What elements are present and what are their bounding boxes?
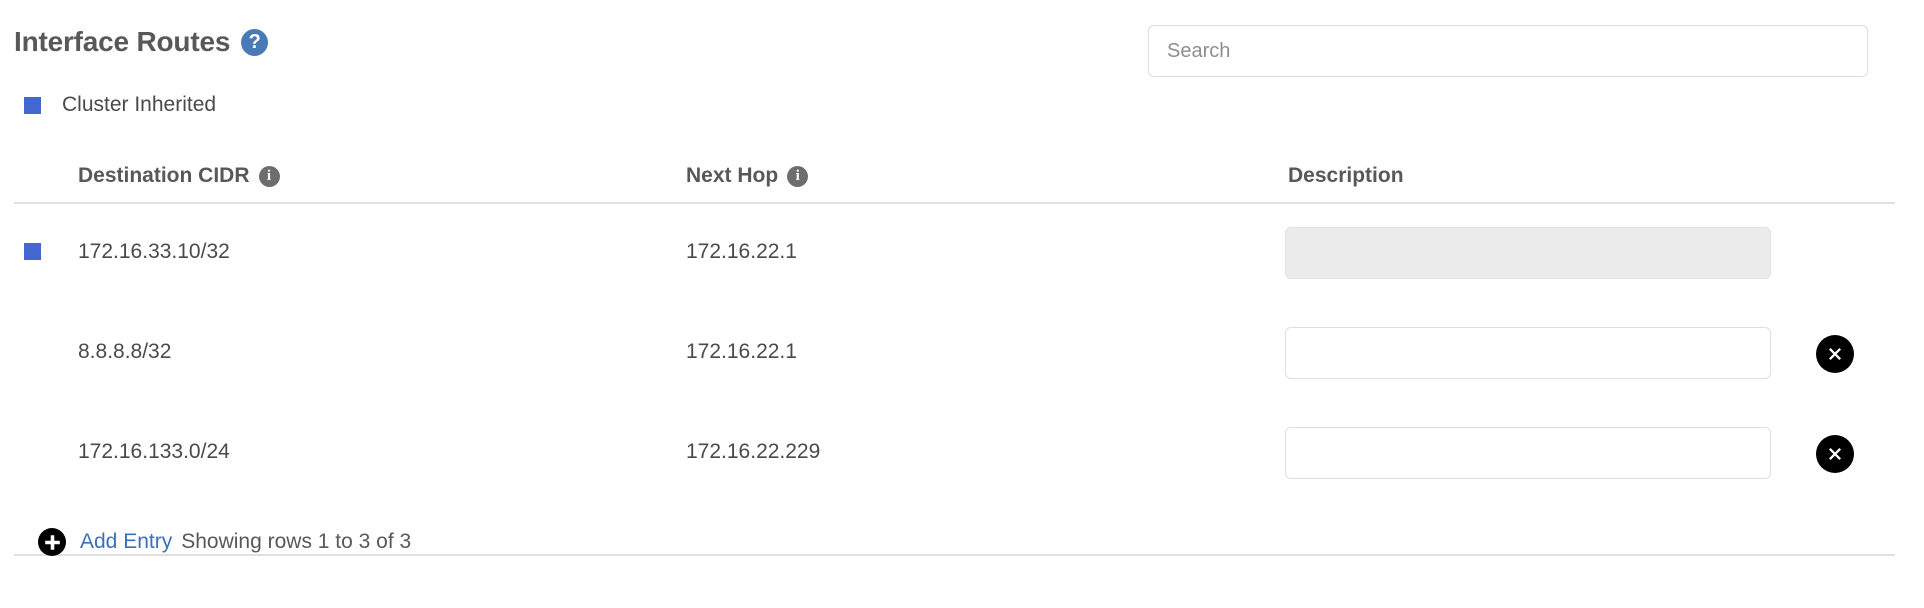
legend-label: Cluster Inherited — [62, 93, 217, 116]
cell-description — [1285, 327, 1771, 379]
column-header-label: Destination CIDR — [78, 164, 250, 187]
help-circle-icon[interactable]: ? — [241, 28, 269, 56]
cell-next-hop: 172.16.22.1 — [686, 240, 797, 263]
info-icon[interactable]: i — [787, 165, 809, 187]
close-x-icon — [1829, 448, 1841, 460]
column-header-label: Next Hop — [686, 164, 779, 187]
add-entry-link[interactable]: Add Entry — [80, 530, 172, 554]
plus-circle-icon[interactable] — [38, 528, 66, 556]
description-input[interactable] — [1285, 427, 1771, 479]
interface-routes-panel: Interface Routes ? Cluster Inherited Des… — [0, 0, 1924, 608]
table-row: 8.8.8.8/32 172.16.22.1 — [0, 302, 1924, 402]
cell-description — [1285, 227, 1771, 279]
panel-header: Interface Routes ? — [0, 0, 1924, 100]
routes-table: Destination CIDR i Next Hop i Descriptio… — [0, 150, 1924, 556]
table-body: 172.16.33.10/32 172.16.22.1 8.8.8.8/32 1… — [0, 202, 1924, 556]
cell-next-hop: 172.16.22.1 — [686, 340, 797, 363]
description-input[interactable] — [1285, 327, 1771, 379]
cell-next-hop: 172.16.22.229 — [686, 440, 821, 463]
cell-description — [1285, 427, 1771, 479]
cell-destination-cidr: 172.16.133.0/24 — [78, 440, 230, 463]
column-header-label: Description — [1288, 164, 1404, 187]
cell-destination-cidr: 8.8.8.8/32 — [78, 340, 172, 363]
legend-swatch-icon — [24, 96, 41, 114]
info-icon[interactable]: i — [258, 165, 280, 187]
column-header-next-hop: Next Hop i — [686, 164, 809, 188]
legend-cluster-inherited: Cluster Inherited — [24, 93, 216, 117]
search-box[interactable] — [1148, 25, 1868, 77]
delete-row-button[interactable] — [1816, 335, 1854, 373]
delete-row-button[interactable] — [1816, 435, 1854, 473]
table-row: 172.16.133.0/24 172.16.22.229 — [0, 402, 1924, 502]
column-header-destination-cidr: Destination CIDR i — [78, 164, 280, 188]
table-header-row: Destination CIDR i Next Hop i Descriptio… — [0, 150, 1924, 204]
close-x-icon — [1829, 348, 1841, 360]
cluster-inherited-marker-icon — [24, 243, 41, 260]
table-row: 172.16.33.10/32 172.16.22.1 — [0, 202, 1924, 302]
title-block: Interface Routes ? — [14, 26, 269, 58]
search-input[interactable] — [1148, 25, 1868, 77]
column-header-description: Description — [1288, 164, 1404, 188]
rows-status-text: Showing rows 1 to 3 of 3 — [181, 530, 412, 553]
description-input — [1285, 227, 1771, 279]
page-title: Interface Routes — [14, 26, 231, 57]
plus-glyph-icon — [44, 534, 60, 550]
cell-destination-cidr: 172.16.33.10/32 — [78, 240, 230, 263]
table-footer: Add Entry Showing rows 1 to 3 of 3 — [0, 512, 1924, 572]
